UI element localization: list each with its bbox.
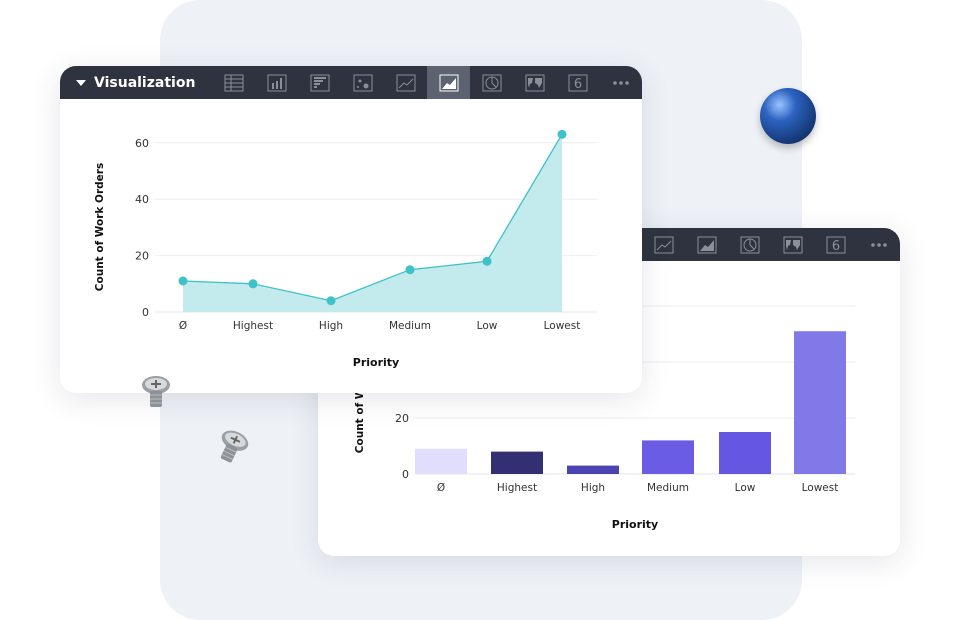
x-tick-label: Medium [647, 482, 689, 494]
map-button[interactable] [513, 66, 556, 99]
y-tick-label: 20 [395, 412, 409, 425]
bar-chart-button[interactable] [255, 66, 298, 99]
data-point [482, 256, 492, 266]
x-axis-label: Priority [612, 518, 658, 531]
x-tick-label: Lowest [544, 320, 581, 332]
x-tick-label: Medium [389, 320, 431, 332]
more-button[interactable] [599, 66, 642, 99]
y-tick-label: 40 [135, 193, 149, 206]
line-chart-icon [396, 74, 415, 91]
map-icon [783, 236, 802, 253]
x-tick-label: Highest [233, 320, 273, 332]
data-point [248, 279, 258, 289]
decorative-screw [142, 376, 170, 407]
x-tick-label: Ø [179, 320, 187, 332]
visualization-toolbar: Visualization 6 [60, 66, 642, 99]
x-tick-label: Low [735, 482, 756, 494]
data-point [326, 296, 336, 306]
line-chart-button[interactable] [384, 66, 427, 99]
more-icon [612, 80, 629, 85]
map-button[interactable] [771, 228, 814, 261]
data-point [405, 265, 415, 275]
x-tick-label: Highest [497, 482, 537, 494]
area-chart: 0 20 40 60 Ø Highest High Medium Low Lowest Priori… [94, 129, 597, 369]
area-chart-icon [439, 74, 458, 91]
line-chart-button[interactable] [642, 228, 685, 261]
caret-down-icon [76, 79, 86, 86]
area-chart-button[interactable] [427, 66, 470, 99]
visualization-toggle[interactable]: Visualization [60, 75, 225, 91]
more-button[interactable] [857, 228, 900, 261]
area-fill [183, 134, 562, 312]
number-button[interactable]: 6 [556, 66, 599, 99]
svg-text:6: 6 [831, 239, 839, 254]
table-button[interactable] [212, 66, 255, 99]
area-chart-icon [697, 236, 716, 253]
data-point [178, 276, 188, 286]
bar [567, 465, 619, 474]
number-button[interactable]: 6 [814, 228, 857, 261]
bar [719, 432, 771, 474]
bar [794, 331, 846, 474]
scatter-button[interactable] [341, 66, 384, 99]
y-tick-label: 0 [142, 306, 149, 319]
y-tick-label: 0 [402, 468, 409, 481]
number-icon: 6 [568, 74, 587, 92]
scatter-icon [353, 74, 372, 91]
y-tick-label: 60 [135, 137, 149, 150]
bar-chart-icon [267, 74, 286, 91]
row-chart-button[interactable] [298, 66, 341, 99]
pie-chart-icon [482, 74, 501, 91]
area-chart-button[interactable] [685, 228, 728, 261]
pie-chart-button[interactable] [470, 66, 513, 99]
data-point [557, 129, 567, 139]
x-axis-label: Priority [353, 356, 399, 369]
x-tick-label: High [319, 320, 343, 332]
number-icon: 6 [826, 236, 845, 254]
chart-type-icons: 6 [212, 66, 642, 99]
more-icon [870, 242, 887, 247]
bar [415, 448, 467, 474]
svg-text:6: 6 [573, 77, 581, 92]
x-tick-label: Low [477, 320, 498, 332]
map-icon [525, 74, 544, 91]
table-icon [224, 74, 243, 91]
pie-chart-icon [740, 236, 759, 253]
pie-chart-button[interactable] [728, 228, 771, 261]
line-chart-icon [654, 236, 673, 253]
row-chart-icon [310, 74, 329, 91]
x-tick-label: High [581, 482, 605, 494]
y-tick-label: 20 [135, 250, 149, 263]
decorative-sphere [760, 88, 816, 144]
x-tick-label: Ø [437, 482, 445, 494]
y-axis-label: Count of Work Orders [94, 163, 106, 291]
bar [491, 451, 543, 474]
area-chart-card: Visualization 6 0 20 40 60 Ø Highest High Mediu… [60, 66, 642, 393]
bar [642, 440, 694, 474]
visualization-title: Visualization [94, 74, 196, 91]
x-tick-label: Lowest [802, 482, 839, 494]
